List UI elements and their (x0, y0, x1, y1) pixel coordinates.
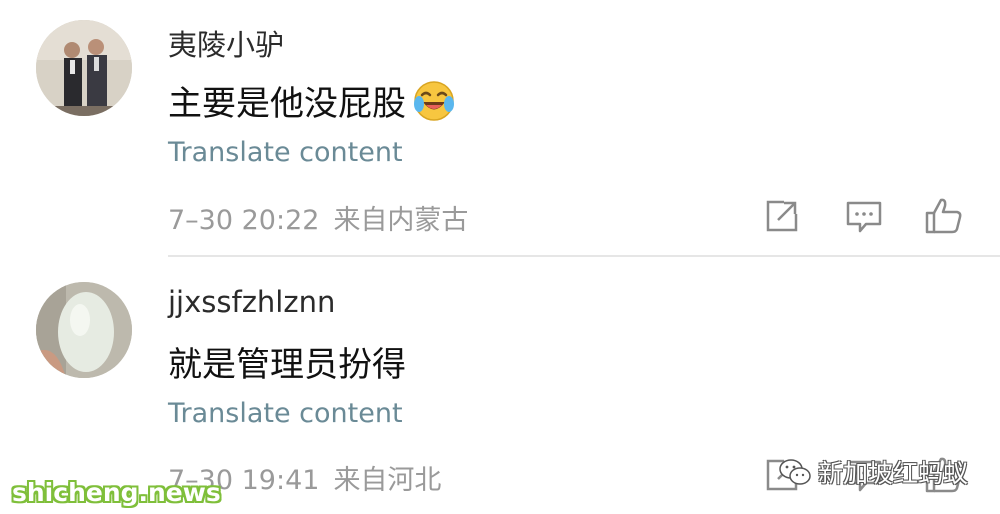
comment-actions (760, 194, 970, 238)
comment-icon (846, 201, 882, 233)
comment-text: 主要是他没屁股 (168, 76, 456, 125)
wechat-icon (779, 459, 811, 485)
avatar-photo (36, 20, 132, 116)
like-icon (925, 198, 962, 234)
comment-text-content: 主要是他没屁股 (168, 84, 406, 124)
like-button[interactable] (922, 194, 966, 238)
comment-date: 7–30 20:22 (168, 205, 320, 236)
laughing-crying-emoji-icon (412, 79, 456, 123)
avatar-photo (36, 282, 132, 378)
comment-list: 夷陵小驴 主要是他没屁股 Translate content 7–30 20:2… (0, 0, 1000, 514)
reply-button[interactable] (842, 194, 886, 238)
watermark-wechat-text: 新加坡红蚂蚁 (818, 459, 969, 488)
share-icon (766, 200, 798, 232)
comment-meta: 7–30 20:22 来自内蒙古 (168, 198, 468, 237)
comment-text: 就是管理员扮得 (168, 337, 406, 386)
watermark-shicheng: shicheng.news (12, 478, 221, 507)
comment-item: 夷陵小驴 主要是他没屁股 Translate content 7–30 20:2… (0, 0, 1000, 257)
translate-content-link[interactable]: Translate content (168, 398, 403, 429)
comment-location: 来自内蒙古 (333, 205, 469, 236)
comment-text-content: 就是管理员扮得 (168, 345, 406, 385)
username[interactable]: jjxssfzhlznn (168, 285, 335, 319)
watermark-wechat: 新加坡红蚂蚁 (778, 452, 968, 492)
avatar[interactable] (36, 282, 132, 378)
share-button[interactable] (760, 194, 804, 238)
translate-content-link[interactable]: Translate content (168, 137, 403, 168)
avatar[interactable] (36, 20, 132, 116)
comment-location: 来自河北 (333, 465, 442, 496)
username[interactable]: 夷陵小驴 (168, 22, 284, 64)
